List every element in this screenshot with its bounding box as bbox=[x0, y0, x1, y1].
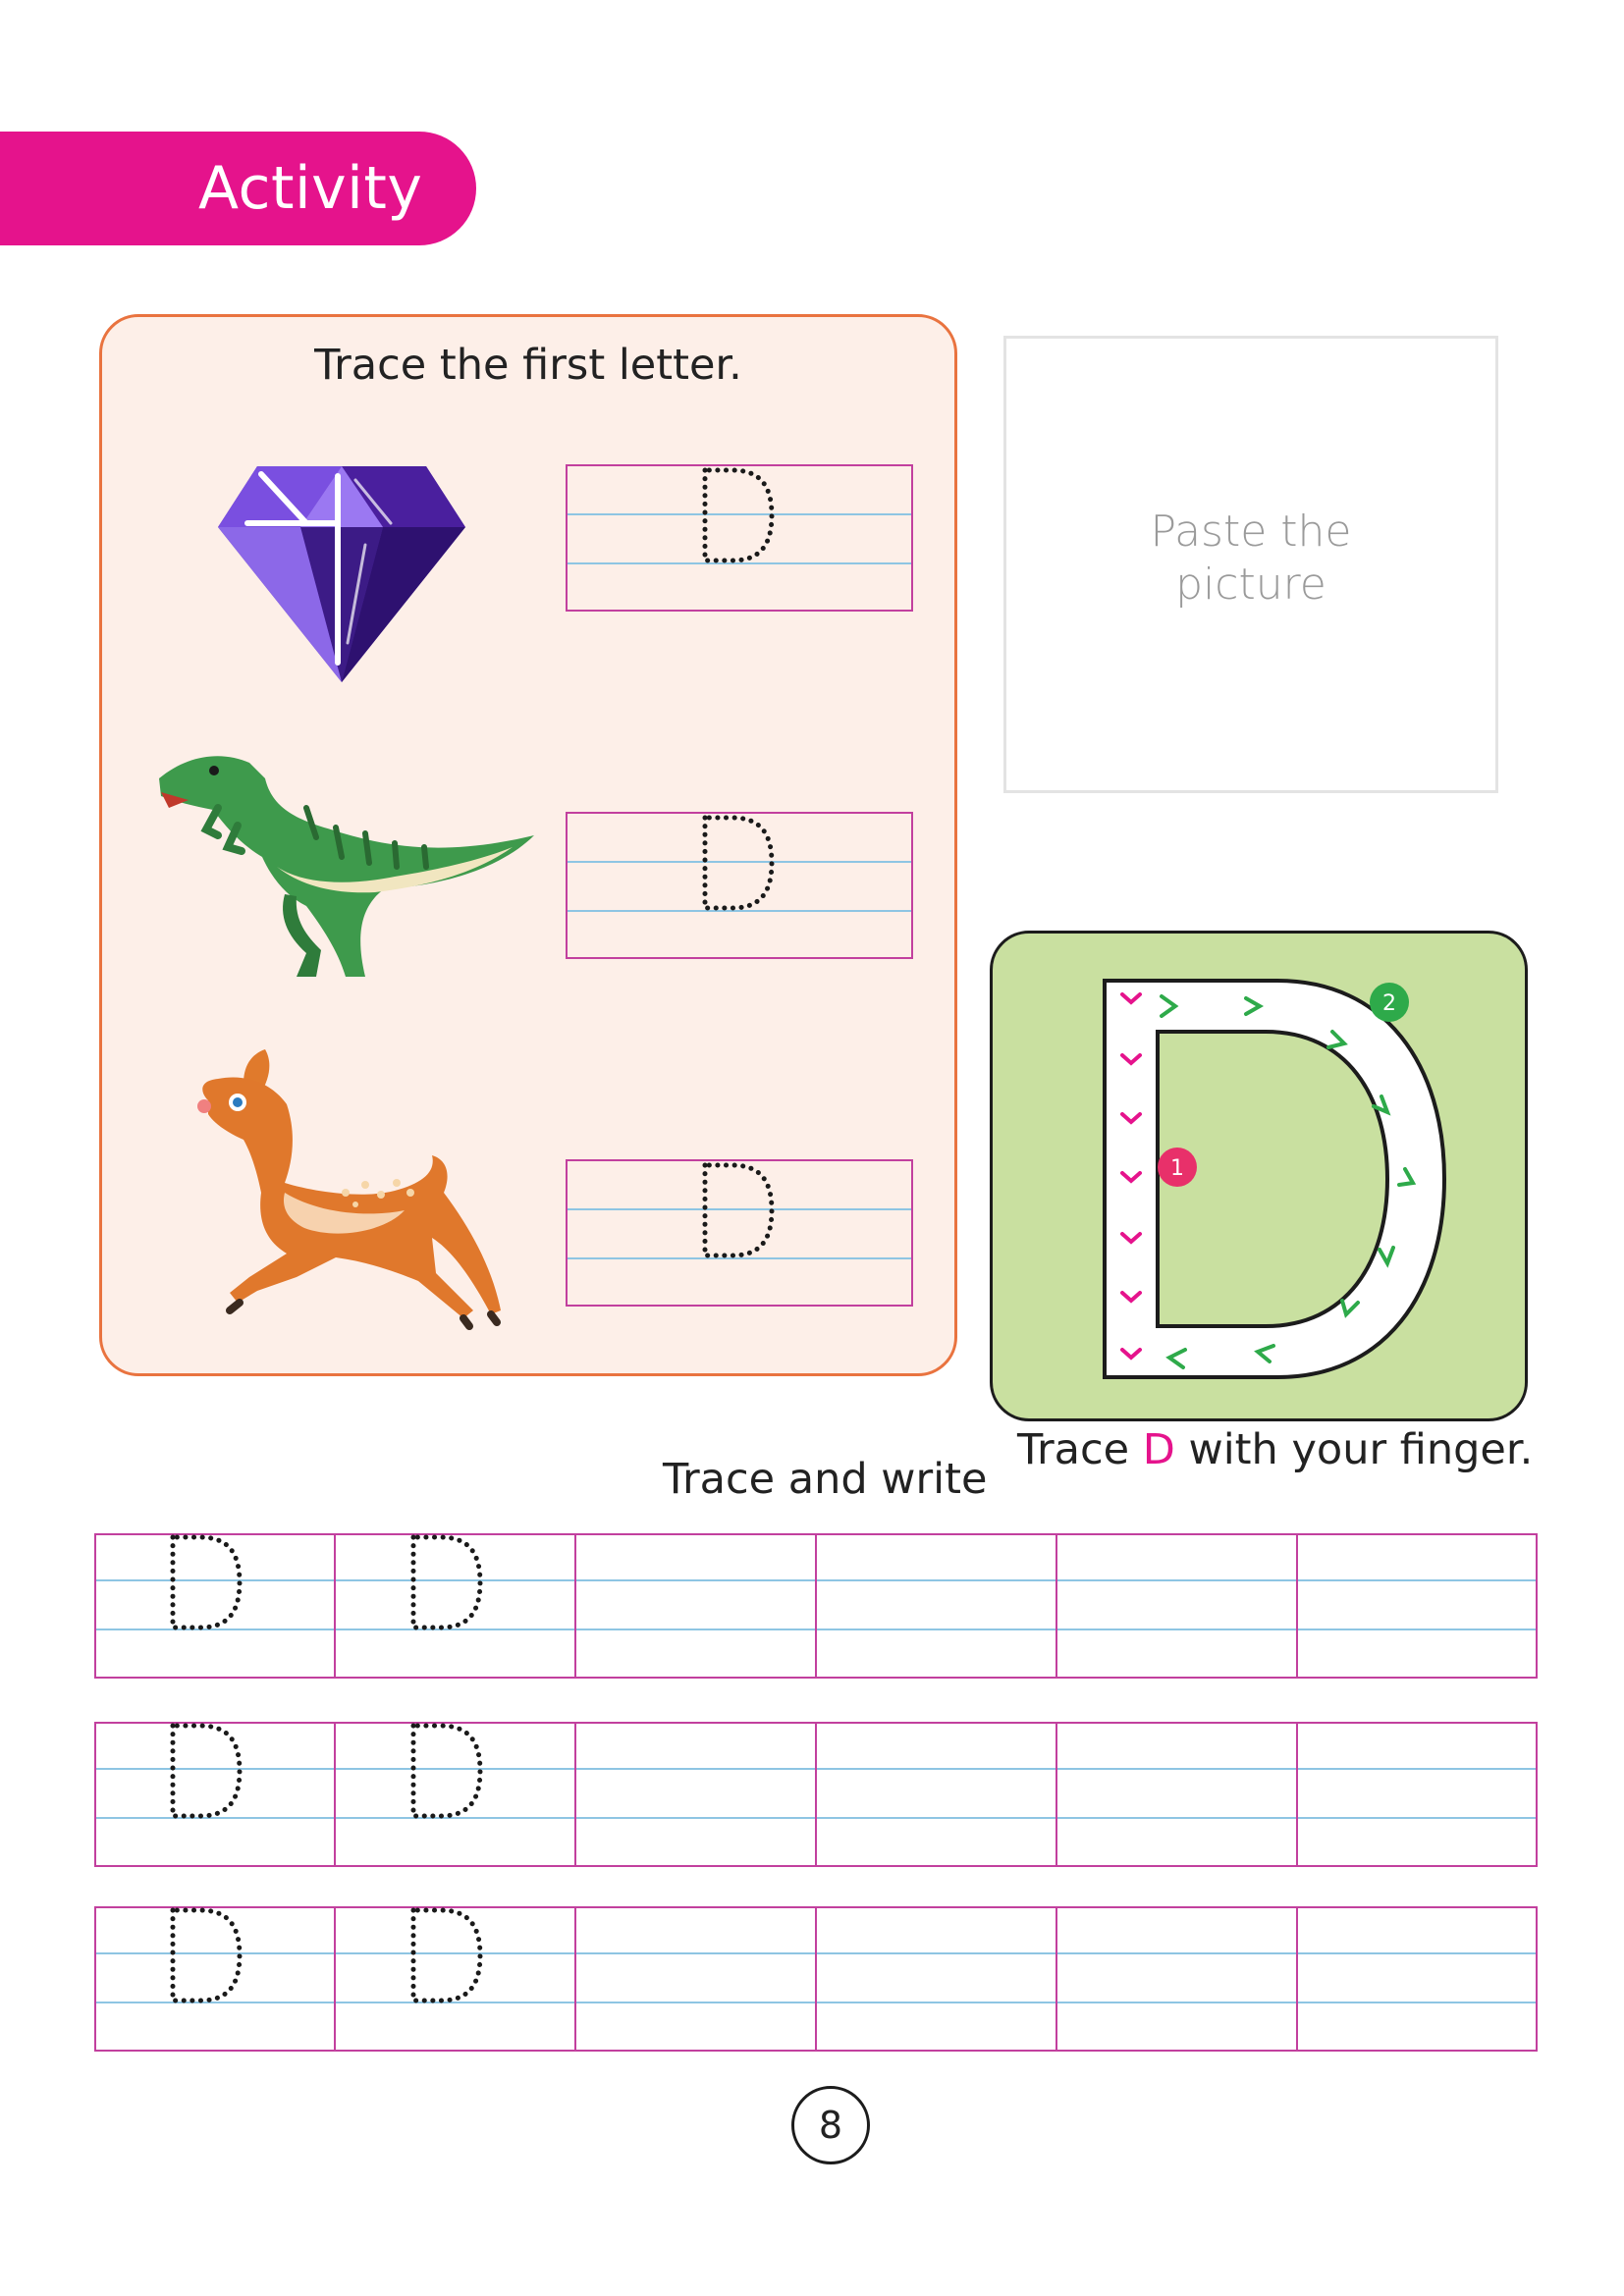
dotted-letter-d bbox=[170, 1907, 243, 2003]
trace-write-row-3[interactable] bbox=[94, 1906, 1538, 2052]
caption-before: Trace bbox=[1017, 1425, 1143, 1474]
activity-label: Activity bbox=[198, 154, 423, 223]
dotted-letter-d bbox=[702, 815, 775, 911]
trace-write-row-1[interactable] bbox=[94, 1533, 1538, 1679]
handwriting-grid bbox=[94, 1722, 1538, 1867]
step-1-marker: 1 bbox=[1170, 1156, 1184, 1181]
dotted-letter-d bbox=[410, 1723, 483, 1819]
finger-trace-letter-d[interactable]: 1 2 bbox=[1101, 977, 1454, 1389]
diamond-picture bbox=[218, 466, 465, 682]
trace-and-write-title: Trace and write bbox=[663, 1455, 988, 1504]
paste-picture-box[interactable]: Paste the picture bbox=[1003, 336, 1498, 793]
trace-lines-deer[interactable] bbox=[566, 1159, 913, 1307]
page-number: 8 bbox=[791, 2086, 870, 2164]
trace-first-letter-title: Trace the first letter. bbox=[314, 341, 742, 390]
dotted-letter-d bbox=[410, 1907, 483, 2003]
step-2-marker: 2 bbox=[1382, 991, 1396, 1016]
dotted-letter-d bbox=[170, 1723, 243, 1819]
trace-write-row-2[interactable] bbox=[94, 1722, 1538, 1867]
dotted-letter-d bbox=[410, 1534, 483, 1630]
handwriting-grid bbox=[94, 1906, 1538, 2052]
activity-banner: Activity bbox=[0, 132, 476, 245]
trace-lines-diamond[interactable] bbox=[566, 464, 913, 612]
finger-trace-panel: 1 2 bbox=[990, 931, 1528, 1421]
deer-picture bbox=[197, 1049, 502, 1330]
dotted-letter-d bbox=[702, 1162, 775, 1258]
trace-first-letter-panel: Trace the first letter. bbox=[99, 314, 957, 1376]
finger-trace-caption: Trace D with your finger. bbox=[1017, 1425, 1533, 1474]
handwriting-grid bbox=[94, 1533, 1538, 1679]
dotted-letter-d bbox=[702, 467, 775, 563]
dinosaur-picture bbox=[159, 756, 534, 977]
caption-letter: D bbox=[1142, 1425, 1175, 1474]
caption-after: with your finger. bbox=[1174, 1425, 1534, 1474]
paste-text-line1: Paste the bbox=[1150, 507, 1352, 557]
trace-lines-dinosaur[interactable] bbox=[566, 812, 913, 959]
dotted-letter-d bbox=[170, 1534, 243, 1630]
paste-text-line2: picture bbox=[1175, 560, 1326, 610]
